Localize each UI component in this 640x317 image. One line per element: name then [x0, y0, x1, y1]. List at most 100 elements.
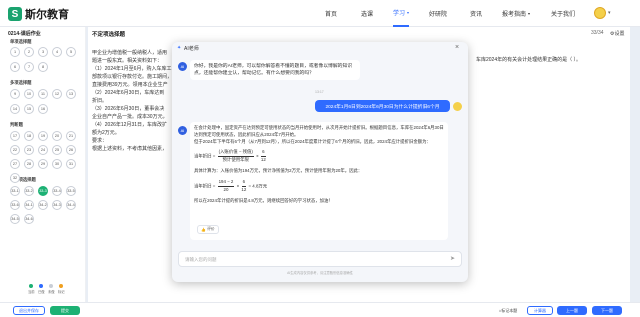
question-number[interactable]: 6: [10, 62, 20, 72]
question-number[interactable]: 26: [66, 145, 76, 155]
question-number[interactable]: 28: [24, 159, 34, 169]
question-number[interactable]: 18: [24, 131, 34, 141]
legend-dot: [39, 284, 44, 288]
question-number[interactable]: 27: [10, 159, 20, 169]
question-number[interactable]: 16: [38, 104, 48, 114]
rate-button[interactable]: 👍 评价: [197, 225, 219, 234]
question-type: 不定项选择题: [92, 32, 126, 38]
section-label: 判断题: [10, 122, 23, 127]
question-number[interactable]: 5: [66, 47, 76, 57]
question-text: 直接费用39万元。领用本企业生产: [92, 82, 168, 88]
submit-button[interactable]: 提交: [50, 306, 80, 315]
nav-news[interactable]: 资讯: [470, 0, 482, 27]
question-number[interactable]: 13: [66, 89, 76, 99]
question-number[interactable]: 31: [66, 159, 76, 169]
question-number[interactable]: 34-3: [52, 200, 62, 210]
robot-icon: ✦: [177, 45, 182, 51]
ai-avatar-icon: AI: [178, 126, 187, 135]
legend-done: 已做: [38, 284, 45, 294]
question-text: 甲企业为增值税一般纳税人，适用: [92, 50, 168, 56]
brand-logo[interactable]: S 斯尔教育: [8, 6, 69, 22]
formula-specific: 当年折旧 = 194 − 2 20 × 6 12 = 4.8万元: [194, 178, 268, 192]
question-number[interactable]: 22: [10, 145, 20, 155]
question-number[interactable]: 34-5: [10, 214, 20, 224]
calculator-button[interactable]: 计算器: [527, 306, 553, 315]
question-number-current[interactable]: 33-3: [38, 186, 48, 196]
brand-name: 斯尔教育: [25, 9, 69, 21]
question-number[interactable]: 23: [24, 145, 34, 155]
send-icon[interactable]: ➤: [450, 255, 459, 264]
question-number[interactable]: 1: [10, 47, 20, 57]
question-number[interactable]: 9: [10, 89, 20, 99]
save-exit-button[interactable]: 退出并保存: [13, 306, 45, 315]
nav-courses[interactable]: 选课: [361, 0, 373, 27]
chat-input[interactable]: 请输入您的问题 ➤: [178, 251, 462, 267]
close-icon[interactable]: ×: [455, 44, 459, 51]
chevron-down-icon[interactable]: ▾: [608, 10, 611, 16]
question-number[interactable]: 19: [38, 131, 48, 141]
mark-question-button[interactable]: ⌂ 标记本题: [493, 306, 523, 315]
legend-current: 当前: [28, 284, 35, 294]
prev-question-button[interactable]: 上一题: [557, 306, 587, 315]
question-number[interactable]: 14: [10, 104, 20, 114]
question-number[interactable]: 34-2: [38, 200, 48, 210]
question-text: （4）2026年12月31日，车库改扩: [92, 122, 168, 128]
ai-greeting: 你好，我是你的AI老师，可以帮你解答看不懂的题目，或者像以博解的知识点，还能帮你…: [190, 60, 360, 81]
question-text: （2）2024年6月30日，车库达到: [92, 90, 165, 96]
logo-icon: S: [8, 7, 22, 21]
question-number[interactable]: 25: [52, 145, 62, 155]
answer-intro-2: 但于2024年下半年有6个月（从7月到12月），所以在2024年度累计计提了6个…: [194, 138, 431, 144]
question-number[interactable]: 12: [52, 89, 62, 99]
user-avatar-icon[interactable]: [594, 7, 606, 19]
question-number[interactable]: 33-5: [66, 186, 76, 196]
bottom-bar: 退出并保存 提交 ⌂ 标记本题 计算器 上一题 下一题: [0, 302, 640, 317]
question-number[interactable]: 29: [38, 159, 48, 169]
next-question-button[interactable]: 下一题: [592, 306, 622, 315]
ai-avatar-icon: AI: [178, 62, 187, 71]
question-number[interactable]: 33-4: [52, 186, 62, 196]
question-number[interactable]: 33-1: [10, 186, 20, 196]
question-number[interactable]: 17: [10, 131, 20, 141]
ai-teacher-dialog: ✦ AI老师 × AI 你好，我是你的AI老师，可以帮你解答看不懂的题目，或者像…: [172, 42, 468, 282]
question-number[interactable]: 8: [38, 62, 48, 72]
question-text: （3）2026年6月30日，董事会决: [92, 106, 165, 112]
question-number[interactable]: 34-4: [66, 200, 76, 210]
question-number[interactable]: 30: [52, 159, 62, 169]
ai-answer: 在会计处理中，固定资产在达到预定可使用状态的当月开始使用时，从次月开始计提折旧。…: [190, 122, 448, 240]
nav-home[interactable]: 首页: [325, 0, 337, 27]
question-number[interactable]: 32: [10, 173, 20, 183]
nav-research[interactable]: 好研院: [429, 0, 447, 27]
settings-button[interactable]: ⚙设置: [610, 30, 625, 37]
question-text: 额为2万元。: [92, 130, 120, 136]
legend-dot: [49, 284, 54, 288]
question-number[interactable]: 21: [66, 131, 76, 141]
question-number[interactable]: 33-6: [10, 200, 20, 210]
question-stem-tail: 车库2024年的有关会计处理结果正确的是（ ）。: [476, 57, 582, 63]
section-label: 单项选择题: [10, 39, 32, 44]
question-number[interactable]: 2: [24, 47, 34, 57]
question-number[interactable]: 33-2: [24, 186, 34, 196]
question-number[interactable]: 20: [52, 131, 62, 141]
question-text: 题进一般东宾。相关资料如下：: [92, 58, 163, 64]
user-message: 2024年1月6日到2024年6月30日为什么计提折旧6个月: [315, 100, 450, 112]
question-number[interactable]: 7: [24, 62, 34, 72]
question-text: （1）2024年1月至6月，购入车库工: [92, 66, 172, 72]
nav-exam-guide[interactable]: 报考指南 ▾: [502, 0, 530, 27]
question-text: 企业自产产品一批。成本30万元，: [92, 114, 168, 120]
question-number[interactable]: 4: [52, 47, 62, 57]
question-number[interactable]: 3: [38, 47, 48, 57]
legend-marked: 标记: [58, 284, 65, 294]
question-number[interactable]: 24: [38, 145, 48, 155]
legend-undone: 未做: [48, 284, 55, 294]
question-number[interactable]: 34-1: [24, 200, 34, 210]
answer-calc-intro: 具体计算为：入账价值为194万元，预计净残值为2万元，预计使用年限为20年。因此…: [194, 168, 363, 174]
question-text: 要求：: [92, 138, 108, 144]
chat-input-placeholder: 请输入您的问题: [185, 257, 217, 262]
nav-about[interactable]: 关于我们: [551, 0, 575, 27]
question-number[interactable]: 11: [38, 89, 48, 99]
question-number[interactable]: 10: [24, 89, 34, 99]
question-number[interactable]: 15: [24, 104, 34, 114]
question-counter: 33/34: [591, 30, 604, 36]
nav-study[interactable]: 学习 ▾: [393, 0, 410, 27]
question-number[interactable]: 34-6: [24, 214, 34, 224]
